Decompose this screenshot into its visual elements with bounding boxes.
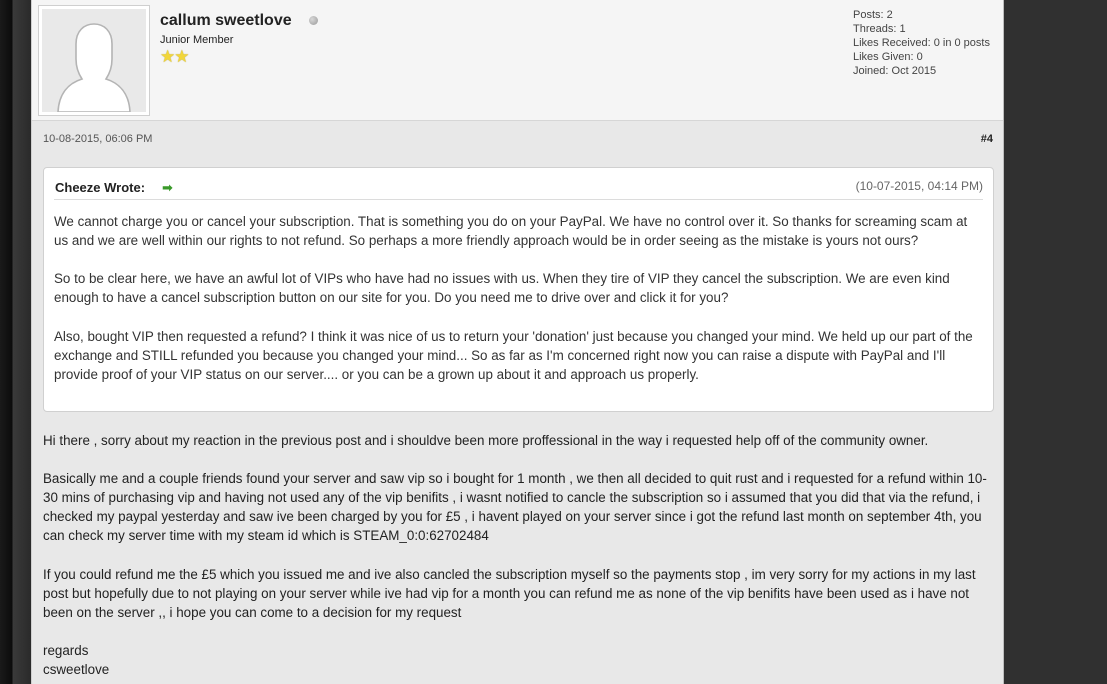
- rank-star-icon: ★: [174, 47, 190, 66]
- quote-paragraph: Also, bought VIP then requested a refund…: [54, 328, 973, 382]
- message-paragraph: Basically me and a couple friends found …: [43, 471, 987, 544]
- avatar-frame[interactable]: [38, 5, 150, 116]
- quote-paragraph: We cannot charge you or cancel your subs…: [54, 214, 968, 249]
- message-paragraph: If you could refund me the £5 which you …: [43, 566, 976, 620]
- post-message: Hi there , sorry about my reaction in th…: [43, 431, 993, 679]
- stat-likes-received: Likes Received: 0 in 0 posts: [853, 37, 990, 49]
- right-page-gutter: [1004, 0, 1107, 684]
- quote-date: (10-07-2015, 04:14 PM): [855, 179, 983, 193]
- user-title: Junior Member: [160, 34, 234, 46]
- quote-body: We cannot charge you or cancel your subs…: [54, 212, 984, 403]
- stat-likes-given: Likes Given: 0: [853, 51, 923, 63]
- post-date: 10-08-2015, 06:06 PM: [43, 133, 153, 145]
- default-avatar-icon: [42, 9, 146, 112]
- stat-threads: Threads: 1: [853, 23, 906, 35]
- forum-post: callum sweetlove Junior Member ★★ Posts:…: [31, 0, 1004, 684]
- message-paragraph: Hi there , sorry about my reaction in th…: [43, 433, 929, 448]
- message-signature-name: csweetlove: [43, 662, 110, 678]
- stat-joined: Joined: Oct 2015: [853, 65, 937, 77]
- left-page-gutter: [0, 0, 31, 684]
- go-to-post-arrow-icon[interactable]: ➡: [162, 180, 173, 196]
- offline-dot-icon: [309, 16, 318, 25]
- message-signoff: regards: [43, 643, 89, 659]
- stat-posts: Posts: 2: [853, 9, 893, 21]
- rank-stars: ★★: [160, 47, 190, 67]
- post-meta-row: 10-08-2015, 06:06 PM #4: [32, 122, 1003, 158]
- post-permalink[interactable]: #4: [981, 133, 993, 145]
- username-link[interactable]: callum sweetlove: [160, 12, 292, 30]
- post-author-bar: callum sweetlove Junior Member ★★ Posts:…: [32, 0, 1003, 121]
- quote-paragraph: So to be clear here, we have an awful lo…: [54, 271, 950, 306]
- quote-header: Cheeze Wrote: ➡ (10-07-2015, 04:14 PM): [54, 168, 983, 200]
- quote-author: Cheeze Wrote:: [55, 180, 146, 195]
- user-stats: Posts: 2 Threads: 1 Likes Received: 0 in…: [853, 8, 990, 78]
- rank-star-icon: ★: [160, 47, 176, 66]
- quote-block: Cheeze Wrote: ➡ (10-07-2015, 04:14 PM) W…: [43, 167, 994, 412]
